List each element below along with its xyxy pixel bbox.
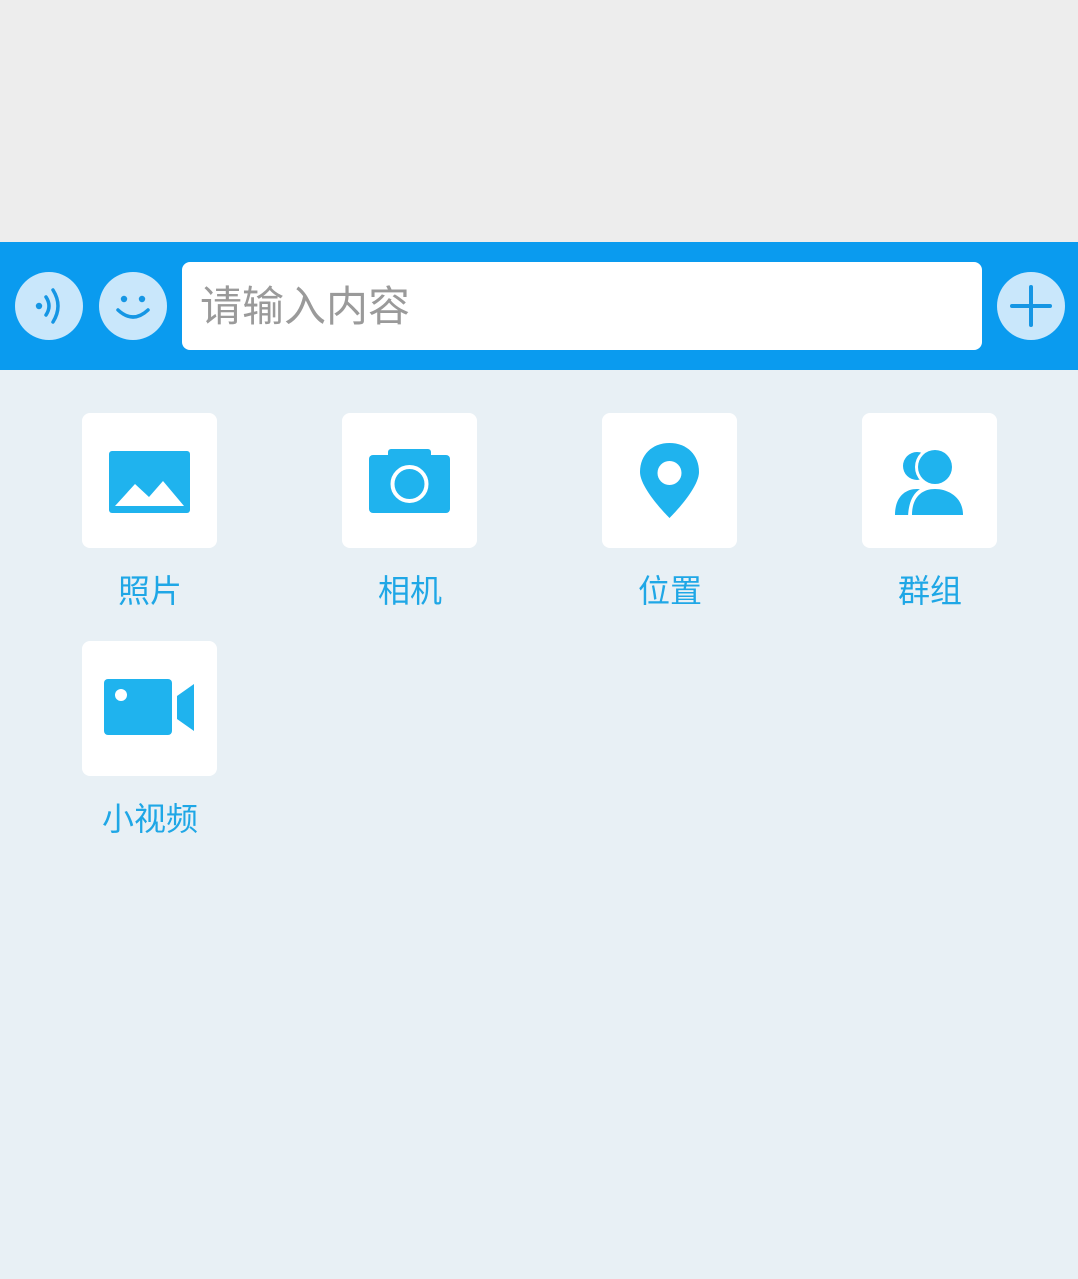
tool-video-tile[interactable] — [82, 641, 217, 776]
more-functions-panel: 照片 相机 位置 群组 小视频 — [0, 370, 1078, 1279]
voice-button[interactable] — [15, 272, 83, 340]
tool-location[interactable]: 位置 — [570, 413, 770, 613]
image-icon — [109, 451, 190, 513]
tool-camera[interactable]: 相机 — [310, 413, 510, 613]
message-input[interactable] — [182, 262, 982, 350]
voice-wave-icon — [35, 288, 60, 324]
group-icon — [895, 447, 966, 519]
tool-location-label: 位置 — [637, 572, 702, 610]
tool-video[interactable]: 小视频 — [50, 641, 250, 841]
tool-video-label: 小视频 — [101, 800, 198, 838]
more-button[interactable] — [997, 272, 1065, 340]
chat-message-area — [0, 0, 1078, 242]
chat-input-bar — [0, 242, 1078, 370]
tool-camera-label: 相机 — [377, 572, 442, 610]
tool-group-label: 群组 — [897, 572, 962, 610]
emoji-button[interactable] — [99, 272, 167, 340]
tool-group-tile[interactable] — [862, 413, 997, 548]
tool-photo[interactable]: 照片 — [50, 413, 250, 613]
tool-photo-label: 照片 — [117, 572, 182, 610]
plus-icon — [1010, 285, 1052, 327]
smiley-icon — [116, 295, 150, 319]
tool-camera-tile[interactable] — [342, 413, 477, 548]
location-pin-icon — [640, 443, 699, 518]
video-camera-icon — [104, 679, 194, 735]
camera-icon — [369, 449, 450, 513]
tool-group[interactable]: 群组 — [830, 413, 1030, 613]
tool-location-tile[interactable] — [602, 413, 737, 548]
tool-photo-tile[interactable] — [82, 413, 217, 548]
